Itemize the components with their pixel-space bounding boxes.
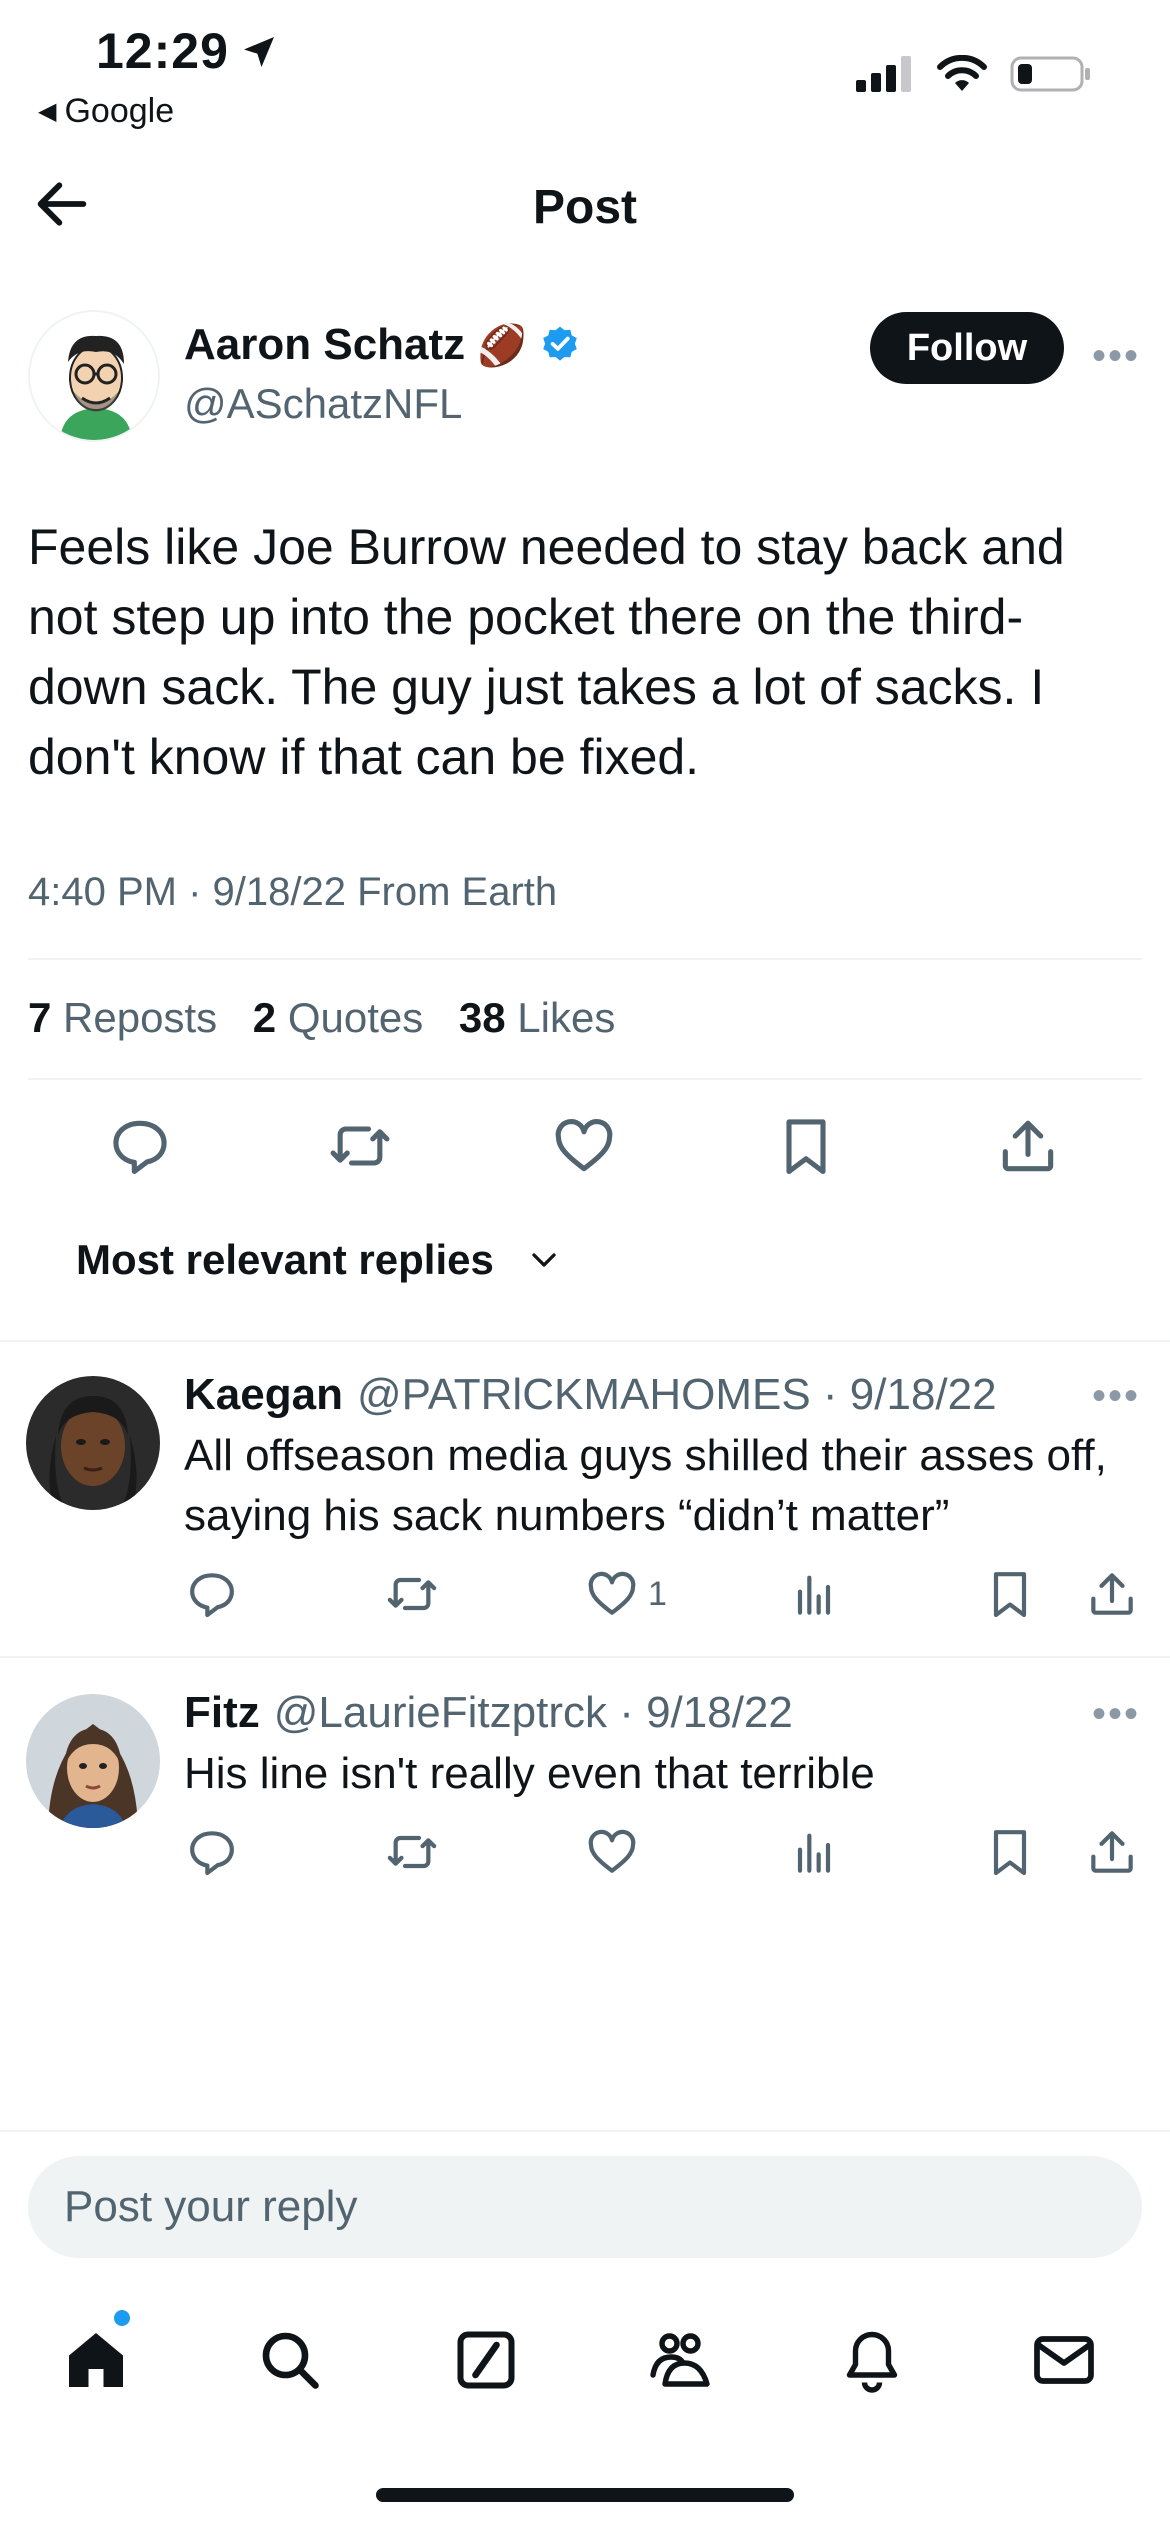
quotes-stat[interactable]: 2 Quotes	[253, 994, 423, 1041]
reply-reply-button[interactable]	[184, 1824, 240, 1880]
reply-share-button[interactable]	[1084, 1824, 1140, 1880]
author-name-text: Aaron Schatz	[184, 320, 466, 369]
wifi-icon	[937, 55, 987, 91]
heart-icon	[555, 1119, 613, 1172]
repost-icon	[387, 1577, 437, 1611]
reply-header: Kaegan @PATRlCKMAHOMES · 9/18/22	[184, 1370, 997, 1420]
reply-like-count: 1	[648, 1574, 667, 1613]
bookmark-icon	[993, 1830, 1027, 1876]
location-arrow-icon	[243, 37, 274, 67]
share-icon	[1002, 1120, 1054, 1172]
home-indicator	[376, 2488, 794, 2502]
post-stats: 7 Reposts 2 Quotes 38 Likes	[28, 994, 615, 1042]
more-options-icon[interactable]: •••	[1092, 334, 1140, 379]
bookmark-button[interactable]	[772, 1112, 840, 1185]
reply-avatar[interactable]	[26, 1694, 160, 1828]
tab-home[interactable]	[56, 2320, 136, 2400]
tab-search[interactable]	[250, 2320, 330, 2400]
reply-text: His line isn't really even that terrible	[184, 1749, 875, 1798]
post-action-bar	[0, 1112, 1170, 1182]
author-name[interactable]: Aaron Schatz 🏈	[184, 320, 581, 370]
repost-icon	[330, 1126, 390, 1166]
reply-bookmark-button[interactable]	[982, 1566, 1038, 1622]
reply-handle-date[interactable]: @PATRlCKMAHOMES · 9/18/22	[357, 1370, 997, 1419]
like-button[interactable]	[550, 1112, 618, 1185]
reply-more-icon[interactable]: •••	[1092, 1374, 1140, 1419]
reply-reply-button[interactable]	[184, 1566, 240, 1622]
reply-handle-date[interactable]: @LaurieFitzptrck · 9/18/22	[274, 1688, 793, 1737]
reply-author-name[interactable]: Fitz	[184, 1688, 260, 1737]
post-text: Feels like Joe Burrow needed to stay bac…	[28, 519, 1065, 785]
reposts-stat[interactable]: 7 Reposts	[28, 994, 217, 1041]
reply-icon	[190, 1831, 234, 1876]
divider	[28, 958, 1142, 960]
reply-like-button[interactable]	[584, 1824, 640, 1880]
clock-text: 12:29	[96, 23, 229, 79]
reply-repost-button[interactable]	[384, 1824, 440, 1880]
status-icons	[856, 54, 1092, 94]
sort-label: Most relevant replies	[76, 1236, 494, 1283]
tab-grok[interactable]	[446, 2320, 526, 2400]
author-handle[interactable]: @ASchatzNFL	[184, 380, 462, 428]
tab-communities[interactable]	[640, 2320, 720, 2400]
likes-stat[interactable]: 38 Likes	[459, 994, 615, 1041]
replies-sort-dropdown[interactable]: Most relevant replies	[76, 1236, 564, 1284]
divider	[0, 1340, 1170, 1342]
reply-like-button[interactable]: 1	[584, 1566, 667, 1622]
reply-text: All offseason media guys shilled their a…	[184, 1431, 1107, 1540]
reply-bookmark-button[interactable]	[982, 1824, 1038, 1880]
divider	[28, 1078, 1142, 1080]
share-icon	[1091, 1831, 1133, 1873]
reply-author-name[interactable]: Kaegan	[184, 1370, 343, 1419]
reply-icon	[113, 1120, 167, 1175]
author-avatar[interactable]	[28, 310, 160, 442]
communities-icon	[650, 2333, 710, 2387]
mail-icon	[1034, 2336, 1094, 2384]
bell-icon	[846, 2331, 898, 2393]
tab-messages[interactable]	[1024, 2320, 1104, 2400]
back-to-app-link[interactable]: ◀ Google	[38, 92, 174, 131]
repost-button[interactable]	[326, 1112, 394, 1185]
reply-views-button[interactable]	[786, 1566, 842, 1622]
divider	[0, 1656, 1170, 1658]
post-meta: 4:40 PM · 9/18/22 From Earth	[28, 870, 558, 914]
chevron-down-icon	[532, 1253, 556, 1267]
divider	[0, 2130, 1170, 2132]
home-icon	[69, 2333, 123, 2387]
reply-icon	[190, 1573, 234, 1618]
heart-icon	[588, 1829, 636, 1873]
grok-slash-icon	[457, 2331, 515, 2389]
football-emoji: 🏈	[477, 323, 527, 368]
bookmark-icon	[786, 1119, 826, 1175]
reply-views-button[interactable]	[786, 1824, 842, 1880]
heart-icon	[588, 1571, 636, 1615]
tab-notifications[interactable]	[832, 2320, 912, 2400]
reply-header: Fitz @LaurieFitzptrck · 9/18/22	[184, 1688, 793, 1738]
back-triangle-icon: ◀	[38, 98, 57, 125]
views-chart-icon	[797, 1575, 831, 1615]
home-notification-dot	[114, 2310, 130, 2326]
follow-button[interactable]: Follow	[870, 312, 1064, 384]
reply-repost-button[interactable]	[384, 1566, 440, 1622]
battery-icon	[1010, 56, 1090, 92]
reply-more-icon[interactable]: •••	[1092, 1692, 1140, 1737]
cellular-signal-icon	[856, 56, 911, 92]
reply-input[interactable]	[28, 2156, 1142, 2258]
share-icon	[1091, 1573, 1133, 1615]
repost-icon	[387, 1835, 437, 1869]
back-app-label: Google	[64, 92, 175, 130]
verified-badge-icon	[543, 326, 577, 361]
views-chart-icon	[797, 1833, 831, 1873]
search-icon	[262, 2332, 319, 2389]
share-button[interactable]	[994, 1112, 1062, 1185]
bookmark-icon	[993, 1572, 1027, 1618]
page-title: Post	[532, 181, 637, 234]
reply-avatar[interactable]	[26, 1376, 160, 1510]
status-time: 12:29	[96, 22, 279, 80]
reply-button[interactable]	[106, 1112, 174, 1185]
reply-share-button[interactable]	[1084, 1566, 1140, 1622]
